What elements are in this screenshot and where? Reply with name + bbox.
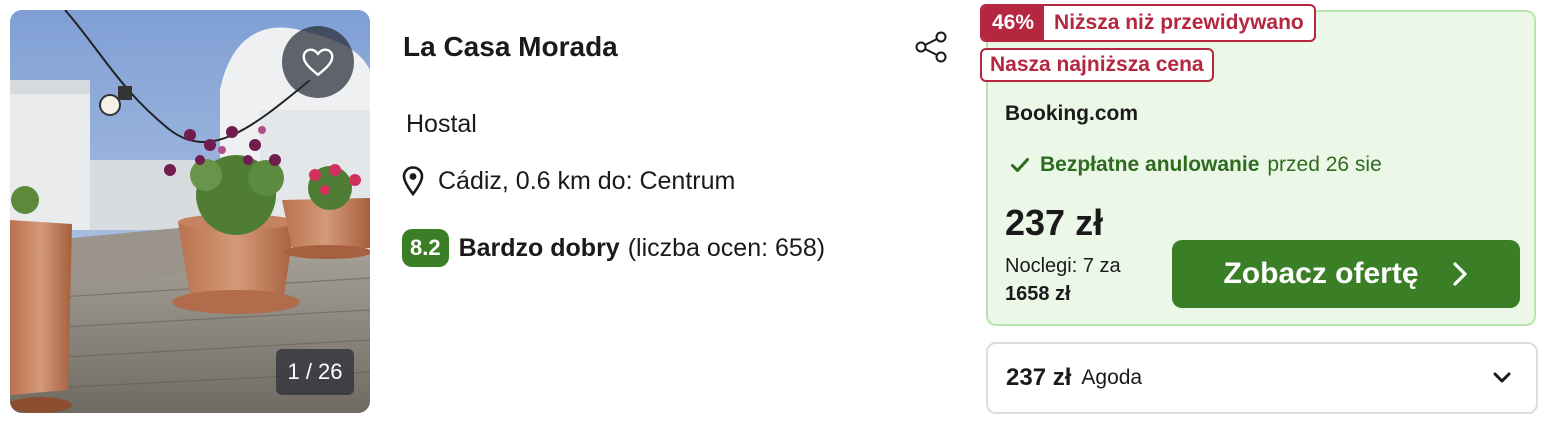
- rating-label: Bardzo dobry: [458, 233, 620, 262]
- discount-text: Niższa niż przewidywano: [1054, 11, 1304, 34]
- chevron-down-icon[interactable]: [1492, 370, 1512, 386]
- rating-score: 8.2: [402, 229, 449, 267]
- deal-provider: Booking.com: [1005, 102, 1139, 125]
- hotel-name[interactable]: La Casa Morada: [403, 28, 618, 66]
- chevron-right-icon: [1452, 262, 1467, 286]
- total-price: 1658 zł: [1005, 283, 1071, 305]
- lowest-price-badge: Nasza najniższa cena: [980, 48, 1214, 82]
- free-cancellation: Bezpłatne anulowanie przed 26 sie: [1010, 151, 1382, 179]
- alternative-price: 237 zł: [1006, 364, 1072, 391]
- alternative-provider: Agoda: [1081, 366, 1143, 389]
- nights-text: Noclegi: 7 za: [1005, 255, 1121, 277]
- location-text: Cádiz, 0.6 km do: Centrum: [438, 166, 736, 195]
- check-icon: [1011, 158, 1029, 172]
- accommodation-type: Hostal: [406, 110, 477, 138]
- rating-count: (liczba ocen: 658): [627, 233, 826, 262]
- discount-percent: 46%: [982, 6, 1045, 40]
- share-icon[interactable]: [912, 30, 950, 64]
- photo-counter: 1 / 26: [276, 349, 354, 395]
- location-row[interactable]: Cádiz, 0.6 km do: Centrum: [402, 164, 735, 198]
- discount-badge: 46% Niższa niż przewidywano: [980, 4, 1316, 42]
- map-pin-icon: [402, 166, 424, 196]
- favorite-button[interactable]: [282, 26, 354, 98]
- nights-summary: Noclegi: 7 za 1658 zł: [1005, 252, 1165, 308]
- hotel-photo[interactable]: 1 / 26: [10, 10, 370, 413]
- alternative-offer[interactable]: 237 zł Agoda: [986, 342, 1538, 414]
- cancellation-date: przed 26 sie: [1267, 153, 1382, 176]
- deal-price: 237 zł: [1005, 202, 1104, 243]
- cancellation-label: Bezpłatne anulowanie: [1040, 153, 1260, 176]
- view-deal-label: Zobacz ofertę: [1223, 257, 1419, 290]
- heart-icon: [302, 48, 334, 76]
- view-deal-button[interactable]: Zobacz ofertę: [1172, 240, 1520, 308]
- rating-row[interactable]: 8.2 Bardzo dobry (liczba ocen: 658): [402, 228, 825, 268]
